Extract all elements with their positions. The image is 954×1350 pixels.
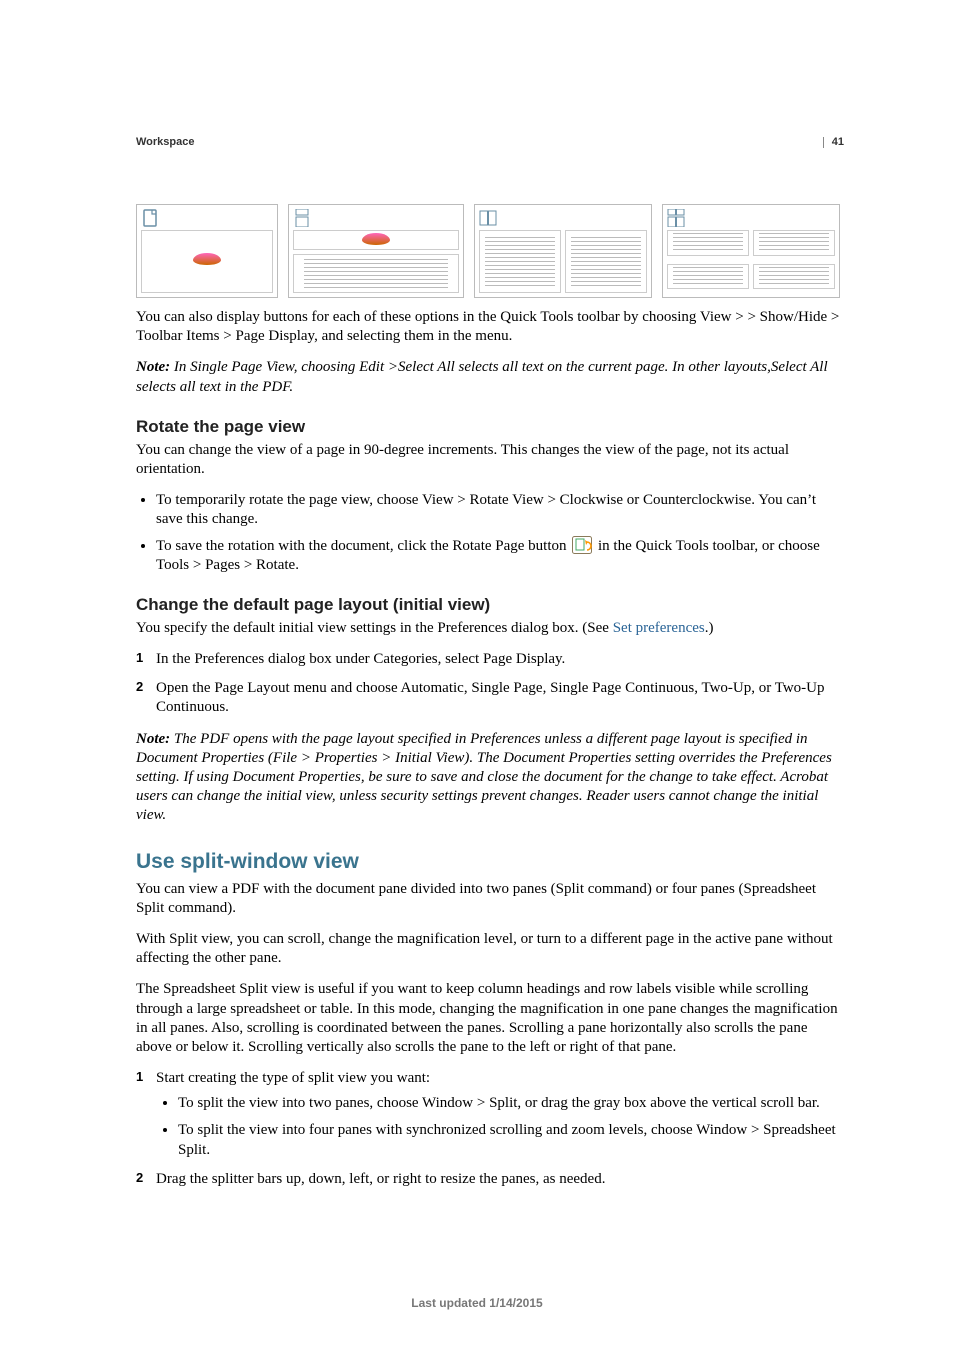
two-up-continuous-icon <box>667 209 685 227</box>
split-p3: The Spreadsheet Split view is useful if … <box>136 980 844 1057</box>
heading-default-layout: Change the default page layout (initial … <box>136 595 844 615</box>
layout-steps: In the Preferences dialog box under Cate… <box>136 650 844 718</box>
layout-intro-pre: You specify the default initial view set… <box>136 620 613 636</box>
note-initial-view: Note: The PDF opens with the page layout… <box>136 730 844 826</box>
single-page-icon <box>141 209 159 227</box>
layout-intro: You specify the default initial view set… <box>136 619 844 638</box>
rotate-bullet-temp: To temporarily rotate the page view, cho… <box>156 491 844 529</box>
note-body: The PDF opens with the page layout speci… <box>136 731 832 824</box>
note-label: Note: <box>136 359 174 375</box>
preview-two-up-continuous <box>662 204 840 298</box>
preview-two-up <box>474 204 652 298</box>
split-step-1-intro: Start creating the type of split view yo… <box>156 1070 430 1086</box>
split-p2: With Split view, you can scroll, change … <box>136 930 844 968</box>
page-number: 41 <box>832 137 844 148</box>
layout-step-2: Open the Page Layout menu and choose Aut… <box>156 679 844 717</box>
page-layout-previews <box>136 204 844 298</box>
rotate-page-icon <box>572 536 592 554</box>
note-single-page-select-all: Note: In Single Page View, choosing Edit… <box>136 358 844 396</box>
rotate-bullet-save-pre: To save the rotation with the document, … <box>156 538 570 554</box>
single-page-continuous-icon <box>293 209 311 227</box>
preview-single-page-continuous <box>288 204 464 298</box>
split-step-1-subbullets: To split the view into two panes, choose… <box>156 1094 844 1160</box>
split-sub-four-panes: To split the view into four panes with s… <box>178 1121 844 1159</box>
preview-single-page <box>136 204 278 298</box>
page-number-wrap: 41 <box>823 137 844 148</box>
split-step-2: Drag the splitter bars up, down, left, o… <box>156 1170 844 1189</box>
heading-split-window-view: Use split-window view <box>136 850 844 874</box>
rotate-bullet-save: To save the rotation with the document, … <box>156 536 844 575</box>
note-body: In Single Page View, choosing Edit >Sele… <box>136 359 828 394</box>
two-up-icon <box>479 209 497 227</box>
split-p1: You can view a PDF with the document pan… <box>136 880 844 918</box>
layout-step-1: In the Preferences dialog box under Cate… <box>156 650 844 669</box>
intro-paragraph: You can also display buttons for each of… <box>136 308 844 346</box>
split-steps: Start creating the type of split view yo… <box>136 1069 844 1189</box>
layout-intro-post: .) <box>705 620 714 636</box>
breadcrumb: Workspace <box>136 136 195 148</box>
link-set-preferences[interactable]: Set preferences <box>613 620 705 636</box>
rotate-bullets: To temporarily rotate the page view, cho… <box>136 491 844 575</box>
split-sub-two-panes: To split the view into two panes, choose… <box>178 1094 844 1113</box>
heading-rotate-page-view: Rotate the page view <box>136 417 844 437</box>
note-label: Note: <box>136 731 174 747</box>
footer-last-updated: Last updated 1/14/2015 <box>0 1296 954 1310</box>
split-step-1: Start creating the type of split view yo… <box>156 1069 844 1160</box>
rotate-intro: You can change the view of a page in 90-… <box>136 441 844 479</box>
